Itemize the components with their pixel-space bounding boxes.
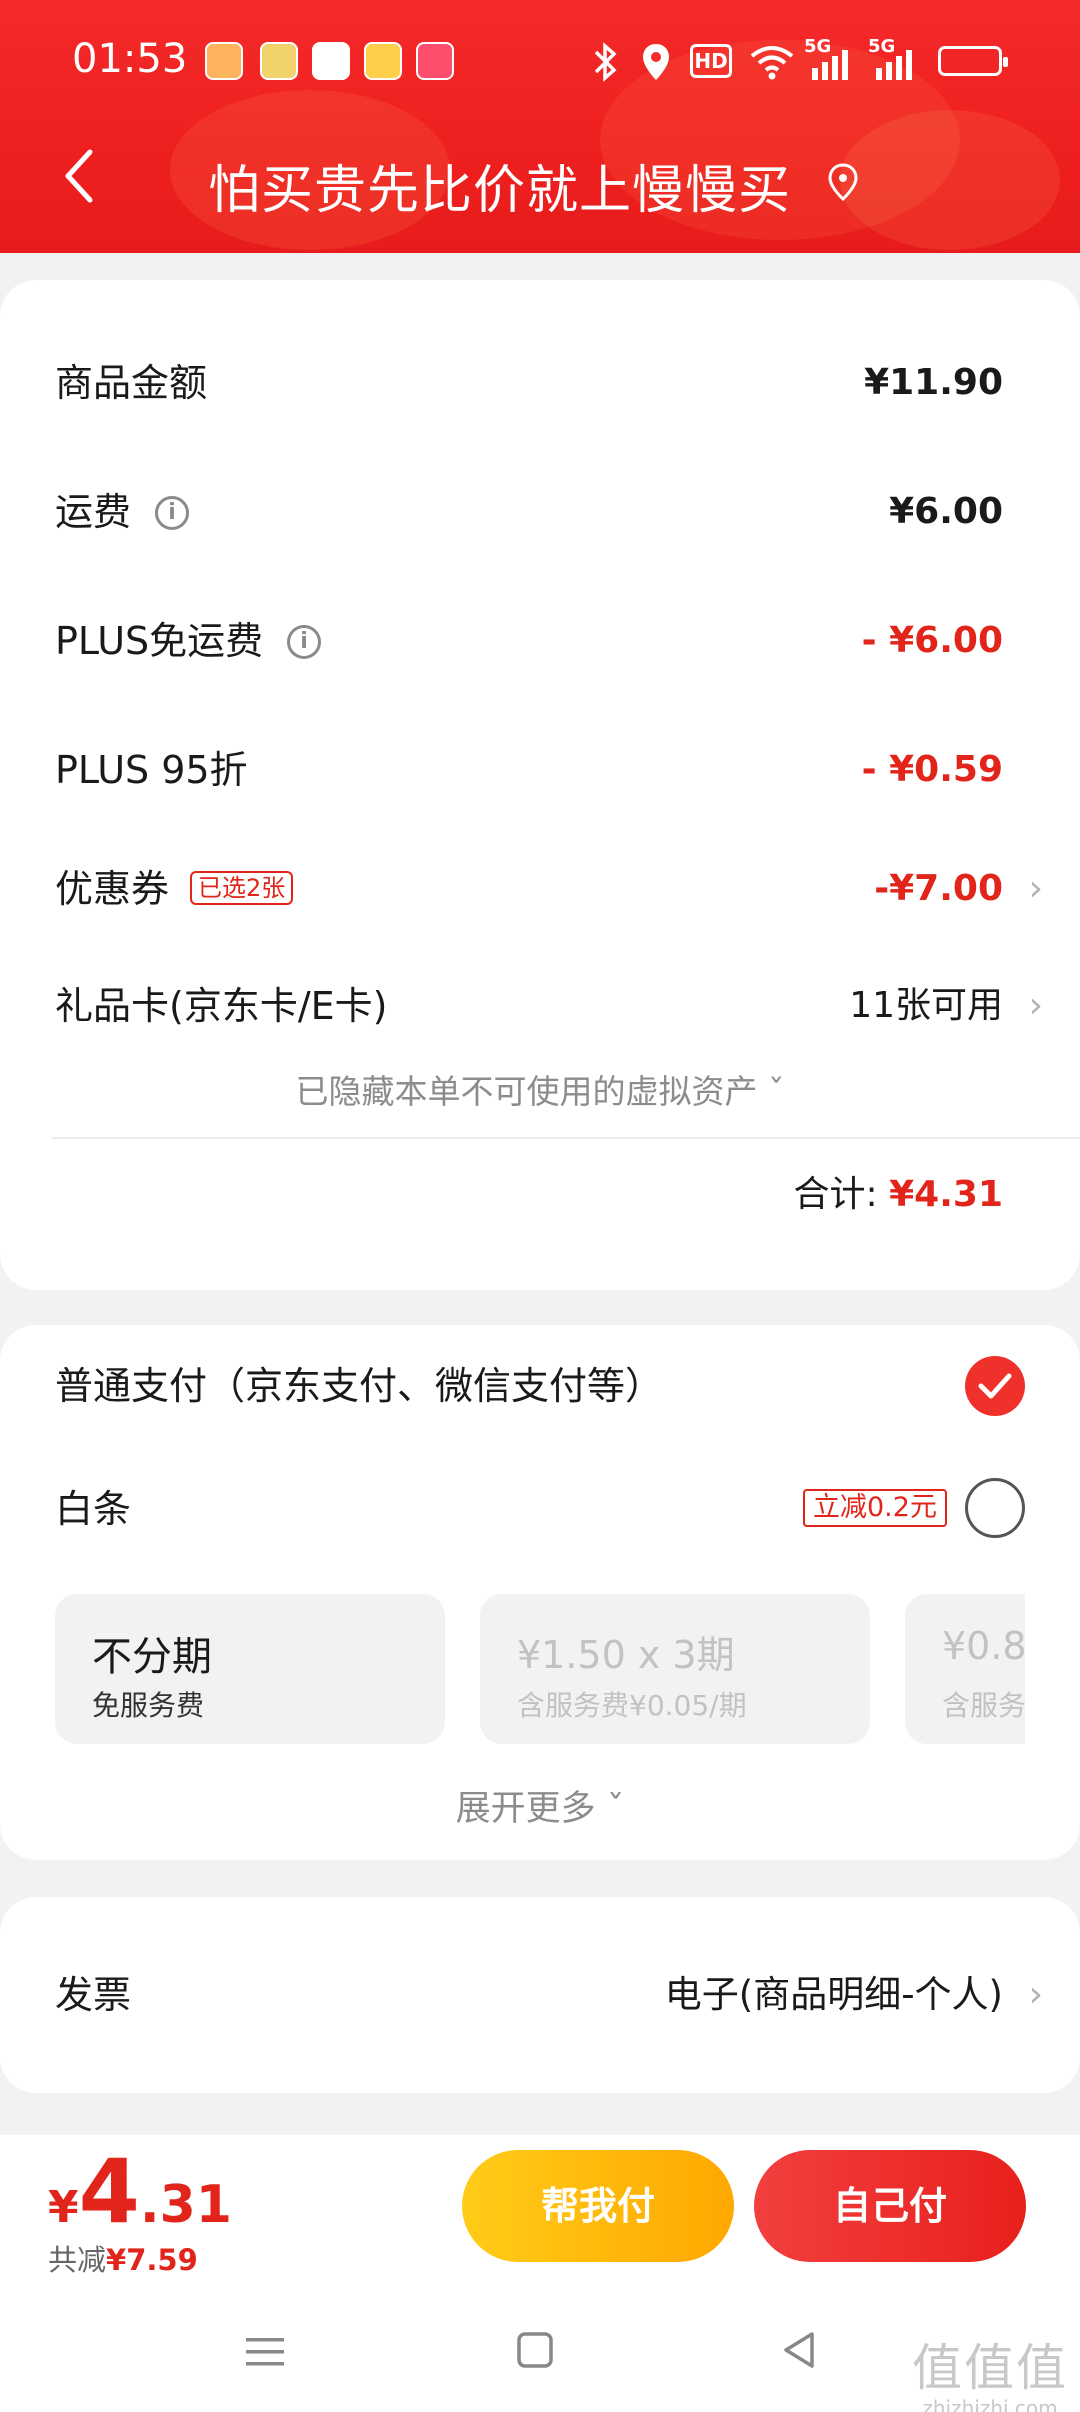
total-label: 合计: bbox=[793, 1174, 878, 1215]
saved-label: 共减 bbox=[48, 2243, 107, 2277]
installment-title: ¥0.8 bbox=[942, 1624, 1025, 1668]
installment-option[interactable]: ¥1.50 x 3期 含服务费¥0.05/期 bbox=[480, 1594, 870, 1744]
row-label: 礼品卡(京东卡/E卡) bbox=[55, 984, 388, 1028]
signal-icon bbox=[876, 50, 912, 80]
price-integer: 4 bbox=[78, 2140, 140, 2243]
back-icon[interactable] bbox=[774, 2320, 824, 2380]
invoice-row[interactable]: 发票 电子(商品明细-个人) › bbox=[55, 1955, 1043, 2035]
promo-badge: 立减0.2元 bbox=[803, 1489, 947, 1527]
checkmark-icon[interactable] bbox=[965, 1356, 1025, 1416]
summary-row-coupon[interactable]: 优惠券 已选2张 -¥7.00 › bbox=[55, 849, 1043, 929]
chevron-right-icon: › bbox=[1028, 985, 1043, 1026]
home-icon[interactable] bbox=[510, 2320, 560, 2380]
summary-row-gift-card[interactable]: 礼品卡(京东卡/E卡) 11张可用 › bbox=[55, 966, 1043, 1046]
notification-app-icon bbox=[205, 42, 243, 80]
location-status-icon bbox=[643, 44, 669, 80]
order-total: 合计: ¥4.31 bbox=[794, 1165, 1003, 1225]
watermark: 值值值 zhizhizhi.com bbox=[912, 2328, 1068, 2412]
total-saved: 共减¥7.59 bbox=[48, 2237, 198, 2279]
payment-label: 普通支付（京东支付、微信支付等） bbox=[55, 1364, 664, 1408]
expand-label: 展开更多 bbox=[455, 1789, 596, 1829]
row-value: - ¥0.59 bbox=[861, 749, 1003, 790]
location-pin-icon[interactable] bbox=[826, 162, 860, 202]
total-value: ¥4.31 bbox=[889, 1174, 1003, 1215]
row-label: 优惠券 bbox=[55, 867, 170, 911]
summary-row-goods-amount: 商品金额 ¥11.90 bbox=[55, 343, 1025, 423]
hidden-assets-label: 已隐藏本单不可使用的虚拟资产 bbox=[295, 1072, 758, 1111]
installment-title: 不分期 bbox=[92, 1634, 212, 1680]
row-value: -¥7.00 bbox=[874, 868, 1003, 909]
summary-row-plus-free-shipping: PLUS免运费 i - ¥6.00 bbox=[55, 601, 1025, 681]
battery-icon bbox=[938, 46, 1008, 76]
watermark-url: zhizhizhi.com bbox=[922, 2396, 1058, 2412]
wifi-icon bbox=[750, 46, 794, 80]
row-label: 商品金额 bbox=[55, 361, 208, 405]
row-value: ¥6.00 bbox=[889, 491, 1003, 532]
help-me-pay-button[interactable]: 帮我付 bbox=[462, 2150, 734, 2262]
notification-app-icon bbox=[416, 42, 454, 80]
radio-button[interactable] bbox=[965, 1478, 1025, 1538]
payment-label: 白条 bbox=[55, 1487, 132, 1531]
hidden-assets-toggle[interactable]: 已隐藏本单不可使用的虚拟资产 ˇ bbox=[0, 1065, 1080, 1113]
chevron-down-icon: ˇ bbox=[768, 1072, 785, 1111]
notification-app-icon bbox=[312, 42, 350, 80]
installment-option[interactable]: 不分期 免服务费 bbox=[55, 1594, 445, 1744]
price-decimal: .31 bbox=[139, 2175, 232, 2235]
notification-app-icon bbox=[364, 42, 402, 80]
hd-badge: HD bbox=[690, 44, 732, 78]
notification-app-icon bbox=[260, 42, 298, 80]
row-value: - ¥6.00 bbox=[861, 620, 1003, 661]
final-price: ¥4.31 bbox=[48, 2140, 232, 2243]
installment-sub: 含服务 bbox=[942, 1689, 1025, 1722]
info-icon[interactable]: i bbox=[287, 625, 321, 659]
invoice-label: 发票 bbox=[55, 1973, 132, 2017]
row-label: PLUS 95折 bbox=[55, 748, 248, 792]
installment-options: 不分期 免服务费 ¥1.50 x 3期 含服务费¥0.05/期 ¥0.8 含服务 bbox=[55, 1594, 1025, 1744]
chevron-right-icon: › bbox=[1028, 1974, 1043, 2015]
page-title: 怕买贵先比价就上慢慢买 bbox=[208, 161, 792, 221]
status-time: 01:53 bbox=[72, 36, 188, 82]
menu-icon[interactable] bbox=[240, 2320, 290, 2380]
summary-row-shipping: 运费 i ¥6.00 bbox=[55, 472, 1025, 552]
bluetooth-icon bbox=[594, 42, 617, 82]
summary-row-plus-discount: PLUS 95折 - ¥0.59 bbox=[55, 730, 1025, 810]
row-value: 11张可用 bbox=[849, 985, 1003, 1026]
expand-more-button[interactable]: 展开更多 ˇ bbox=[0, 1780, 1080, 1831]
chevron-right-icon: › bbox=[1028, 868, 1043, 909]
status-bar: 01:53 HD 5G 5G bbox=[0, 30, 1080, 90]
nav-bar: 怕买贵先比价就上慢慢买 bbox=[0, 130, 1080, 230]
row-label: 运费 bbox=[55, 490, 132, 534]
saved-value: ¥7.59 bbox=[106, 2243, 198, 2277]
signal-icon bbox=[812, 50, 848, 80]
invoice-value: 电子(商品明细-个人) bbox=[664, 1973, 1003, 2016]
chevron-down-icon: ˇ bbox=[606, 1789, 625, 1829]
row-value: ¥11.90 bbox=[864, 362, 1003, 403]
installment-option[interactable]: ¥0.8 含服务 bbox=[905, 1594, 1025, 1744]
installment-sub: 免服务费 bbox=[92, 1689, 205, 1722]
header-banner: 01:53 HD 5G 5G 怕买贵先比价就上慢慢买 bbox=[0, 0, 1080, 253]
chevron-left-icon[interactable] bbox=[60, 146, 100, 206]
payment-option-normal[interactable]: 普通支付（京东支付、微信支付等） bbox=[55, 1346, 1025, 1426]
watermark-logo: 值值值 bbox=[912, 2339, 1068, 2397]
coupon-selected-badge: 已选2张 bbox=[190, 871, 294, 905]
row-label: PLUS免运费 bbox=[55, 619, 264, 663]
divider bbox=[52, 1137, 1080, 1139]
pay-myself-button[interactable]: 自己付 bbox=[754, 2150, 1026, 2262]
installment-sub: 含服务费¥0.05/期 bbox=[517, 1689, 747, 1722]
installment-title: ¥1.50 x 3期 bbox=[517, 1633, 735, 1677]
info-icon[interactable]: i bbox=[155, 496, 189, 530]
price-currency: ¥ bbox=[48, 2182, 79, 2233]
